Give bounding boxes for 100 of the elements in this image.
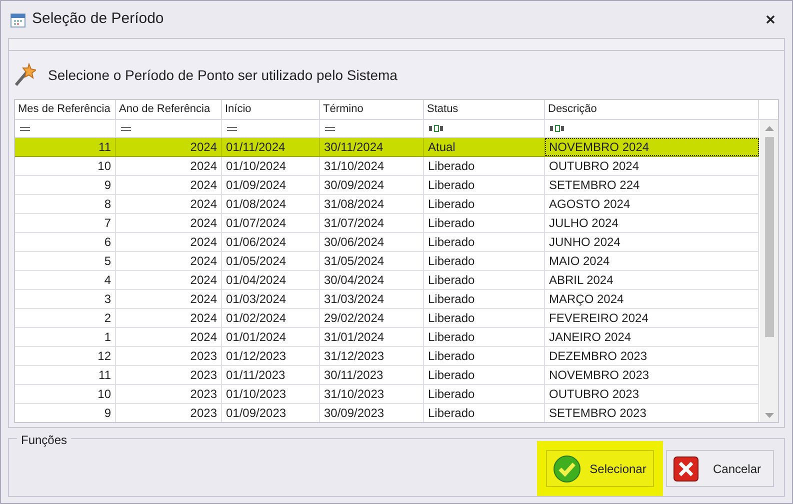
close-icon <box>766 15 774 24</box>
table-cell: 01/11/2024 <box>222 138 320 156</box>
table-cell: 30/04/2024 <box>320 271 424 289</box>
table-cell: 3 <box>15 290 116 308</box>
column-header[interactable]: Início <box>222 100 320 119</box>
table-row[interactable]: 10 2023 01/10/2023 31/10/2023 Liberado OUTUBRO 2023 <box>15 385 759 404</box>
table-cell: DEZEMBRO 2023 <box>545 347 759 365</box>
table-cell: 2024 <box>116 214 222 232</box>
table-cell: 30/11/2024 <box>320 138 424 156</box>
table-cell: 2024 <box>116 138 222 156</box>
table-cell: Atual <box>424 138 545 156</box>
text-filter-icon <box>550 125 565 132</box>
table-row[interactable]: 11 2023 01/11/2023 30/11/2023 Liberado NOVEMBRO 2023 <box>15 366 759 385</box>
table-cell: SETEMBRO 224 <box>545 176 759 194</box>
table-cell: Liberado <box>424 176 545 194</box>
table-row[interactable]: 6 2024 01/06/2024 30/06/2024 Liberado JUNHO 2024 <box>15 233 759 252</box>
table-cell: 30/06/2024 <box>320 233 424 251</box>
table-row[interactable]: 10 2024 01/10/2024 31/10/2024 Liberado OUTUBRO 2024 <box>15 157 759 176</box>
table-cell: 2024 <box>116 252 222 270</box>
column-header[interactable]: Status <box>424 100 545 119</box>
table-cell: Liberado <box>424 347 545 365</box>
table-cell: JUNHO 2024 <box>545 233 759 251</box>
equals-icon <box>121 126 131 130</box>
table-cell: 10 <box>15 385 116 403</box>
table-cell: 7 <box>15 214 116 232</box>
table-cell: OUTUBRO 2024 <box>545 157 759 175</box>
scroll-thumb[interactable] <box>764 137 774 337</box>
table-cell: 01/09/2023 <box>222 404 320 422</box>
cancel-button[interactable]: Cancelar <box>666 450 774 487</box>
table-cell: 01/07/2024 <box>222 214 320 232</box>
table-cell: 2024 <box>116 176 222 194</box>
table-row[interactable]: 11 2024 01/11/2024 30/11/2024 Atual NOVEMBRO 2024 <box>15 138 759 157</box>
table-cell: 31/10/2024 <box>320 157 424 175</box>
table-cell: OUTUBRO 2023 <box>545 385 759 403</box>
table-cell: AGOSTO 2024 <box>545 195 759 213</box>
table-cell: Liberado <box>424 271 545 289</box>
heading-text: Selecione o Período de Ponto ser utilizado pelo Sistema <box>48 66 398 85</box>
equals-icon <box>20 126 30 130</box>
scroll-up-icon[interactable] <box>764 126 774 131</box>
table-cell: Liberado <box>424 157 545 175</box>
table-cell: Liberado <box>424 385 545 403</box>
table-cell: 01/10/2024 <box>222 157 320 175</box>
table-cell: 30/11/2023 <box>320 366 424 384</box>
table-cell: 8 <box>15 195 116 213</box>
table-row[interactable]: 9 2024 01/09/2024 30/09/2024 Liberado SETEMBRO 224 <box>15 176 759 195</box>
table-row[interactable]: 4 2024 01/04/2024 30/04/2024 Liberado ABRIL 2024 <box>15 271 759 290</box>
calendar-icon <box>10 12 26 28</box>
table-cell: 01/03/2024 <box>222 290 320 308</box>
table-cell: 2024 <box>116 290 222 308</box>
table-cell: 2024 <box>116 328 222 346</box>
table-cell: JANEIRO 2024 <box>545 328 759 346</box>
table-row[interactable]: 7 2024 01/07/2024 31/07/2024 Liberado JULHO 2024 <box>15 214 759 233</box>
table-row[interactable]: 5 2024 01/05/2024 31/05/2024 Liberado MAIO 2024 <box>15 252 759 271</box>
table-cell: 31/03/2024 <box>320 290 424 308</box>
table-cell: NOVEMBRO 2023 <box>545 366 759 384</box>
table-cell: 2023 <box>116 366 222 384</box>
table-cell: Liberado <box>424 328 545 346</box>
table-cell: FEVEREIRO 2024 <box>545 309 759 327</box>
table-cell: 2024 <box>116 271 222 289</box>
table-cell: Liberado <box>424 309 545 327</box>
table-cell: 2024 <box>116 233 222 251</box>
table-cell: 01/10/2023 <box>222 385 320 403</box>
table-cell: 9 <box>15 404 116 422</box>
column-header[interactable]: Mes de Referência <box>15 100 116 119</box>
table-cell: 10 <box>15 157 116 175</box>
scrollbar[interactable] <box>760 120 778 422</box>
column-header[interactable]: Término <box>320 100 424 119</box>
table-cell: 29/02/2024 <box>320 309 424 327</box>
table-row[interactable]: 12 2023 01/12/2023 31/12/2023 Liberado DEZEMBRO 2023 <box>15 347 759 366</box>
table-cell: NOVEMBRO 2024 <box>545 138 759 156</box>
table-row[interactable]: 1 2024 01/01/2024 31/01/2024 Liberado JANEIRO 2024 <box>15 328 759 347</box>
column-header[interactable]: Descrição <box>545 100 759 119</box>
table-cell: 31/01/2024 <box>320 328 424 346</box>
table-cell: 01/12/2023 <box>222 347 320 365</box>
table-cell: JULHO 2024 <box>545 214 759 232</box>
table-cell: 01/05/2024 <box>222 252 320 270</box>
scroll-down-icon[interactable] <box>764 413 774 418</box>
table-cell: Liberado <box>424 214 545 232</box>
table-cell: 31/10/2023 <box>320 385 424 403</box>
table-cell: 2024 <box>116 309 222 327</box>
table-cell: SETEMBRO 2023 <box>545 404 759 422</box>
table-cell: 4 <box>15 271 116 289</box>
table-row[interactable]: 8 2024 01/08/2024 31/08/2024 Liberado AGOSTO 2024 <box>15 195 759 214</box>
equals-icon <box>227 126 237 130</box>
table-cell: 1 <box>15 328 116 346</box>
select-button[interactable]: Selecionar <box>546 450 654 487</box>
table-cell: ABRIL 2024 <box>545 271 759 289</box>
table-cell: Liberado <box>424 366 545 384</box>
table-cell: 12 <box>15 347 116 365</box>
table-cell: 2 <box>15 309 116 327</box>
table-cell: 31/07/2024 <box>320 214 424 232</box>
table-cell: 2024 <box>116 157 222 175</box>
table-cell: 2023 <box>116 347 222 365</box>
table-cell: 30/09/2023 <box>320 404 424 422</box>
window-title: Seleção de Período <box>32 9 164 30</box>
column-header[interactable]: Ano de Referência <box>116 100 222 119</box>
table-cell: 11 <box>15 366 116 384</box>
table-row[interactable]: 2 2024 01/02/2024 29/02/2024 Liberado FEVEREIRO 2024 <box>15 309 759 328</box>
table-row[interactable]: 3 2024 01/03/2024 31/03/2024 Liberado MARÇO 2024 <box>15 290 759 309</box>
table-cell: 01/08/2024 <box>222 195 320 213</box>
